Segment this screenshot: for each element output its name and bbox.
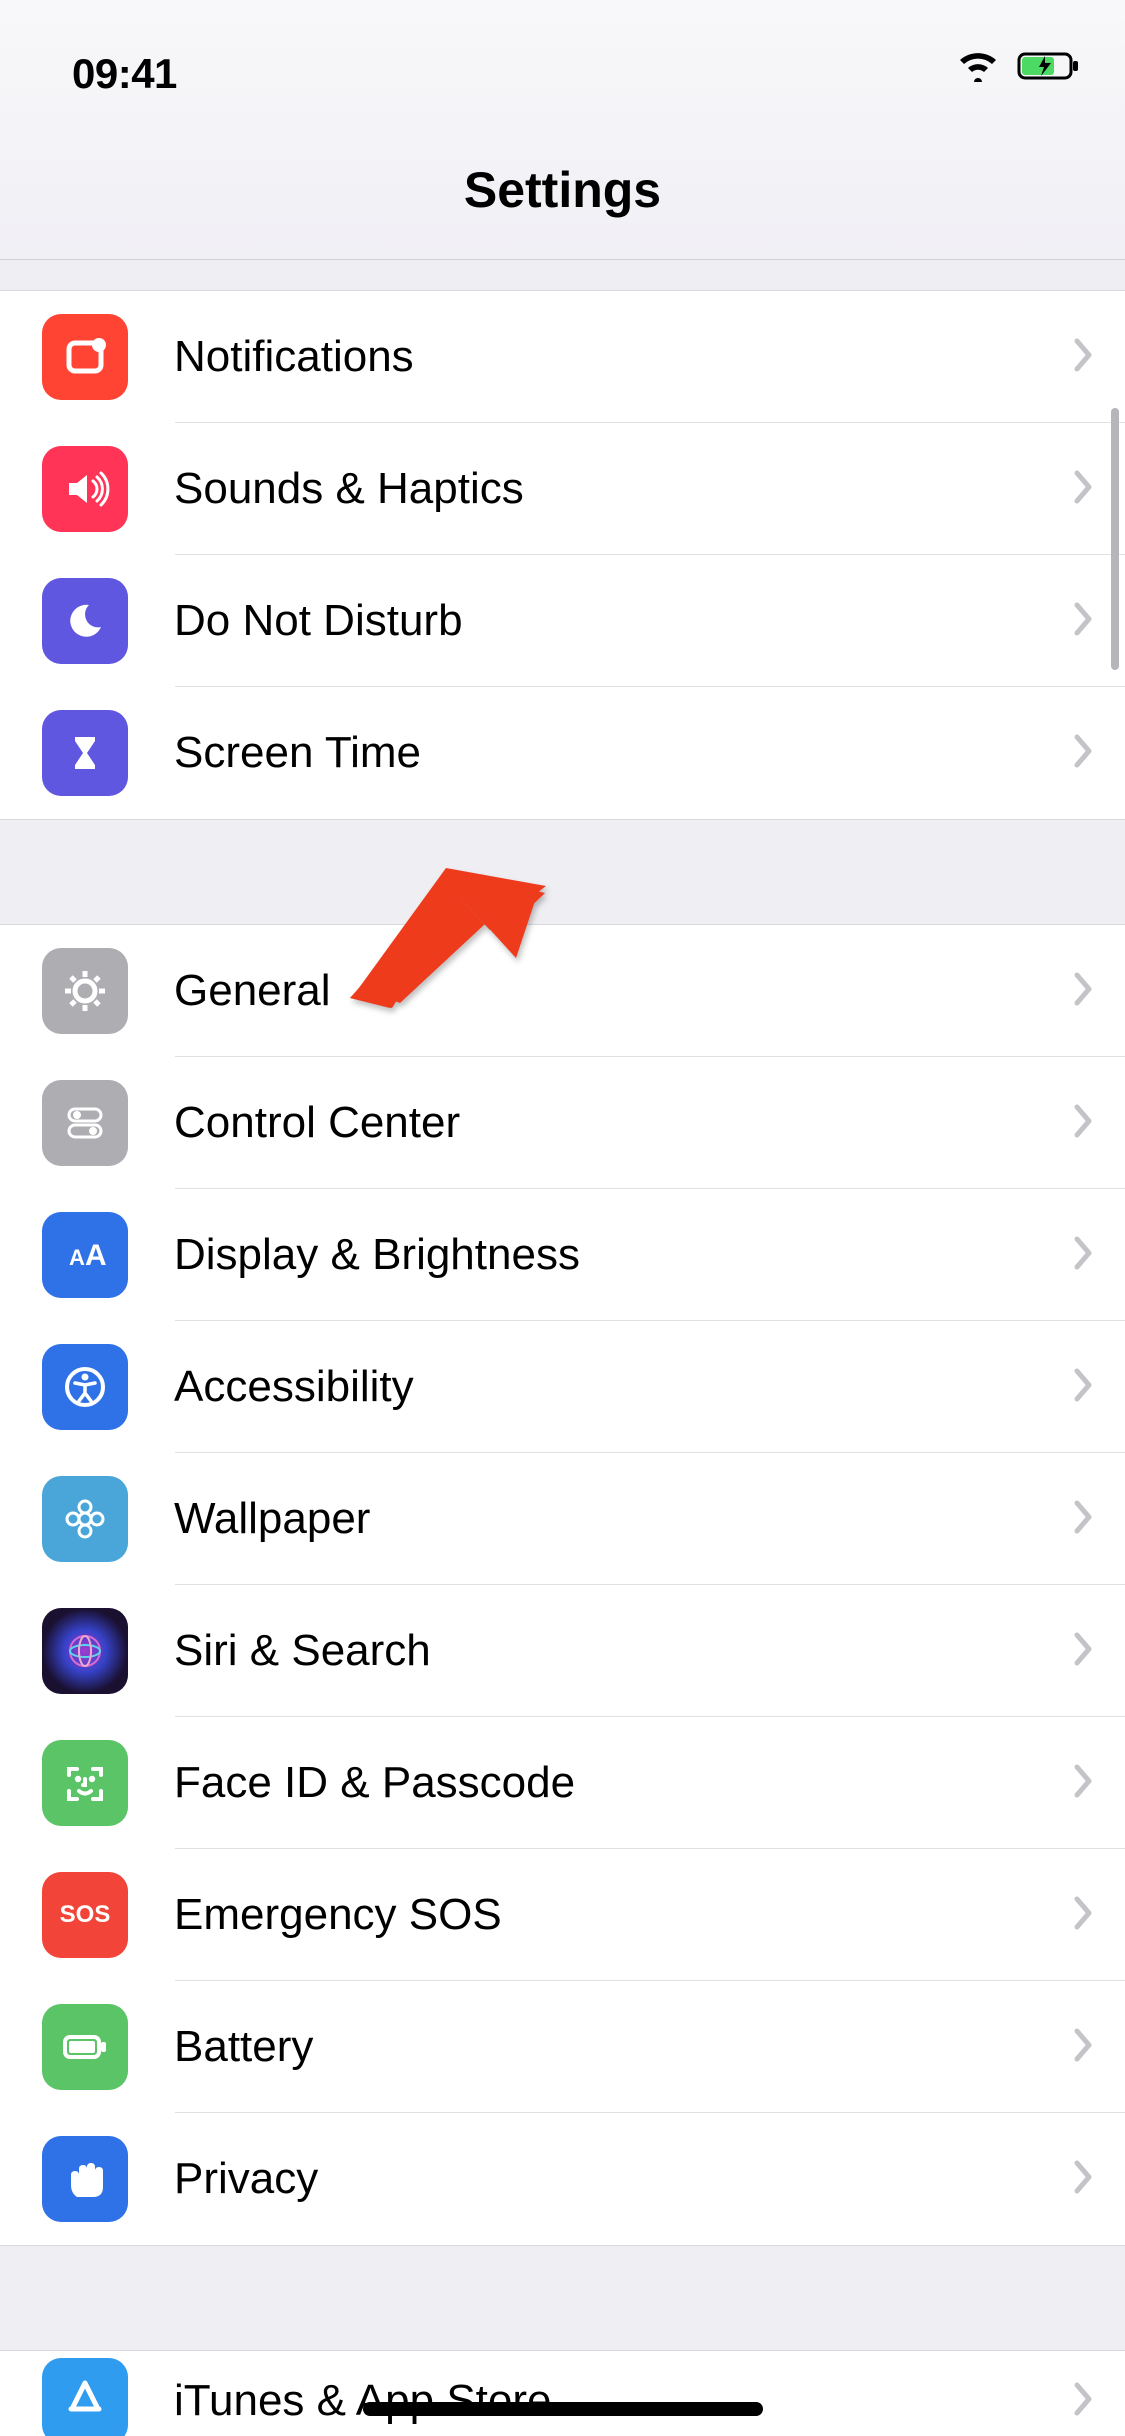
row-sos[interactable]: SOS Emergency SOS: [0, 1849, 1125, 1981]
row-label: Screen Time: [174, 728, 1073, 778]
nav-bar: Settings: [0, 120, 1125, 260]
sos-icon: SOS: [42, 1872, 128, 1958]
section-gap: [0, 820, 1125, 924]
chevron-right-icon: [1073, 469, 1095, 510]
chevron-right-icon: [1073, 971, 1095, 1012]
row-label: Notifications: [174, 332, 1073, 382]
text-size-icon: AA: [42, 1212, 128, 1298]
row-itunes[interactable]: iTunes & App Store: [0, 2351, 1125, 2436]
row-label: Siri & Search: [174, 1626, 1073, 1676]
row-battery[interactable]: Battery: [0, 1981, 1125, 2113]
row-label: iTunes & App Store: [174, 2376, 1073, 2426]
wifi-icon: [957, 50, 999, 87]
chevron-right-icon: [1073, 1235, 1095, 1276]
siri-icon: [42, 1608, 128, 1694]
settings-group-2: General Control Center AA Display & Brig…: [0, 924, 1125, 2246]
speaker-icon: [42, 446, 128, 532]
accessibility-icon: [42, 1344, 128, 1430]
row-label: Control Center: [174, 1098, 1073, 1148]
row-label: Battery: [174, 2022, 1073, 2072]
switches-icon: [42, 1080, 128, 1166]
battery-icon: [42, 2004, 128, 2090]
row-wallpaper[interactable]: Wallpaper: [0, 1453, 1125, 1585]
page-title: Settings: [464, 161, 661, 219]
flower-icon: [42, 1476, 128, 1562]
row-siri[interactable]: Siri & Search: [0, 1585, 1125, 1717]
row-label: Wallpaper: [174, 1494, 1073, 1544]
notifications-icon: [42, 314, 128, 400]
chevron-right-icon: [1073, 1763, 1095, 1804]
row-sounds[interactable]: Sounds & Haptics: [0, 423, 1125, 555]
row-display[interactable]: AA Display & Brightness: [0, 1189, 1125, 1321]
row-label: Sounds & Haptics: [174, 464, 1073, 514]
hourglass-icon: [42, 710, 128, 796]
status-time: 09:41: [72, 50, 177, 98]
chevron-right-icon: [1073, 1895, 1095, 1936]
settings-group-3: iTunes & App Store: [0, 2350, 1125, 2436]
chevron-right-icon: [1073, 2027, 1095, 2068]
chevron-right-icon: [1073, 1631, 1095, 1672]
row-label: Do Not Disturb: [174, 596, 1073, 646]
chevron-right-icon: [1073, 2159, 1095, 2200]
home-indicator[interactable]: [363, 2402, 763, 2416]
row-label: Accessibility: [174, 1362, 1073, 1412]
hand-icon: [42, 2136, 128, 2222]
screen: 09:41 Settings Notifications: [0, 0, 1125, 2436]
section-gap: [0, 2246, 1125, 2350]
section-gap: [0, 260, 1125, 290]
row-label: Display & Brightness: [174, 1230, 1073, 1280]
faceid-icon: [42, 1740, 128, 1826]
appstore-icon: [42, 2358, 128, 2436]
status-icons: [957, 50, 1083, 87]
row-dnd[interactable]: Do Not Disturb: [0, 555, 1125, 687]
svg-text:SOS: SOS: [60, 1901, 111, 1928]
battery-charging-icon: [1017, 50, 1083, 87]
chevron-right-icon: [1073, 1103, 1095, 1144]
row-label: Privacy: [174, 2154, 1073, 2204]
chevron-right-icon: [1073, 733, 1095, 774]
row-notifications[interactable]: Notifications: [0, 291, 1125, 423]
chevron-right-icon: [1073, 1367, 1095, 1408]
row-faceid[interactable]: Face ID & Passcode: [0, 1717, 1125, 1849]
chevron-right-icon: [1073, 601, 1095, 642]
row-label: General: [174, 966, 1073, 1016]
row-privacy[interactable]: Privacy: [0, 2113, 1125, 2245]
row-general[interactable]: General: [0, 925, 1125, 1057]
row-label: Emergency SOS: [174, 1890, 1073, 1940]
row-control-center[interactable]: Control Center: [0, 1057, 1125, 1189]
svg-text:A: A: [69, 1245, 85, 1270]
chevron-right-icon: [1073, 337, 1095, 378]
chevron-right-icon: [1073, 2381, 1095, 2422]
row-label: Face ID & Passcode: [174, 1758, 1073, 1808]
moon-icon: [42, 578, 128, 664]
svg-text:A: A: [85, 1239, 107, 1272]
row-accessibility[interactable]: Accessibility: [0, 1321, 1125, 1453]
status-bar: 09:41: [0, 0, 1125, 120]
row-screen-time[interactable]: Screen Time: [0, 687, 1125, 819]
scrollbar-thumb[interactable]: [1111, 408, 1119, 670]
settings-group-1: Notifications Sounds & Haptics Do Not Di…: [0, 290, 1125, 820]
chevron-right-icon: [1073, 1499, 1095, 1540]
gear-icon: [42, 948, 128, 1034]
